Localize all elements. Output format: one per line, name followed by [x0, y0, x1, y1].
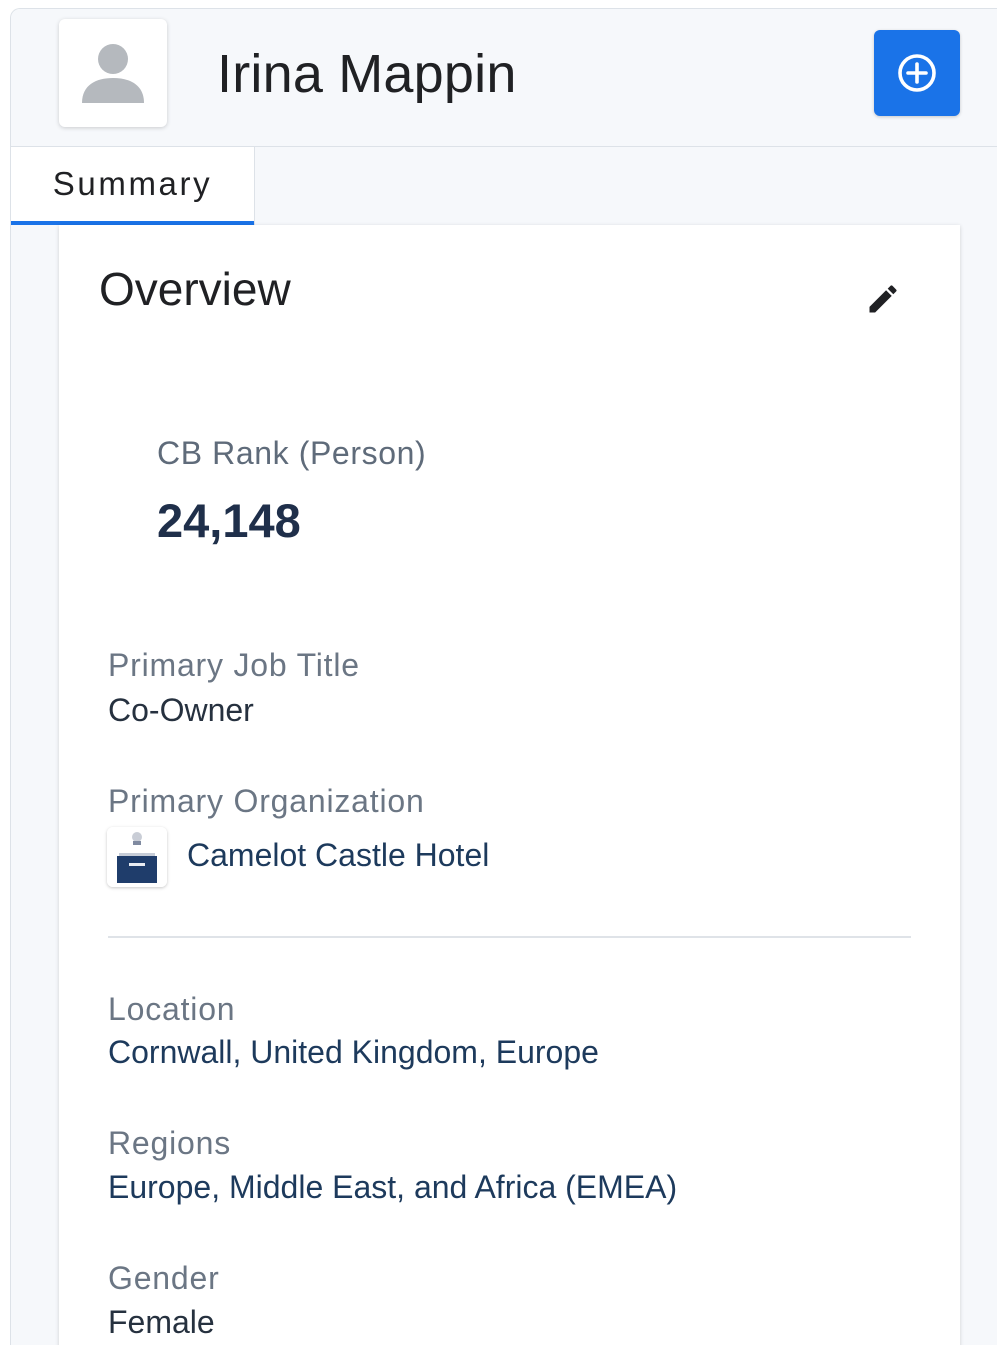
regions-link[interactable]: Europe, Middle East, and Africa (EMEA) — [108, 1169, 677, 1206]
profile-header: Irina Mappin — [11, 9, 997, 147]
edit-button[interactable] — [859, 275, 907, 323]
tab-summary-label: Summary — [52, 165, 213, 202]
organization-link[interactable]: Camelot Castle Hotel — [187, 837, 489, 874]
profile-app: Irina Mappin Summary Overview CB Rank (P… — [10, 8, 997, 1345]
tab-bar: Summary — [11, 147, 997, 225]
location-label: Location — [108, 991, 236, 1027]
overview-title: Overview — [99, 263, 291, 315]
job-title-value: Co-Owner — [108, 692, 254, 728]
person-icon — [82, 44, 144, 103]
gender-value: Female — [108, 1304, 215, 1340]
organization-label: Primary Organization — [108, 783, 425, 819]
avatar — [59, 19, 167, 127]
location-link[interactable]: Cornwall, United Kingdom, Europe — [108, 1034, 599, 1071]
regions-label: Regions — [108, 1125, 232, 1161]
add-button[interactable] — [874, 30, 960, 116]
pencil-icon — [869, 285, 897, 313]
organization-logo[interactable] — [107, 827, 167, 887]
tab-summary[interactable]: Summary — [11, 147, 254, 225]
overview-card: Overview CB Rank (Person) 24,148 Primary… — [59, 225, 960, 1345]
section-divider — [108, 936, 911, 938]
gender-label: Gender — [108, 1260, 220, 1296]
add-circle-icon — [898, 54, 936, 92]
hotel-logo-icon — [107, 827, 167, 887]
cb-rank-label: CB Rank (Person) — [157, 435, 427, 471]
cb-rank-value: 24,148 — [157, 494, 301, 547]
job-title-label: Primary Job Title — [108, 647, 360, 683]
person-name: Irina Mappin — [217, 44, 517, 104]
